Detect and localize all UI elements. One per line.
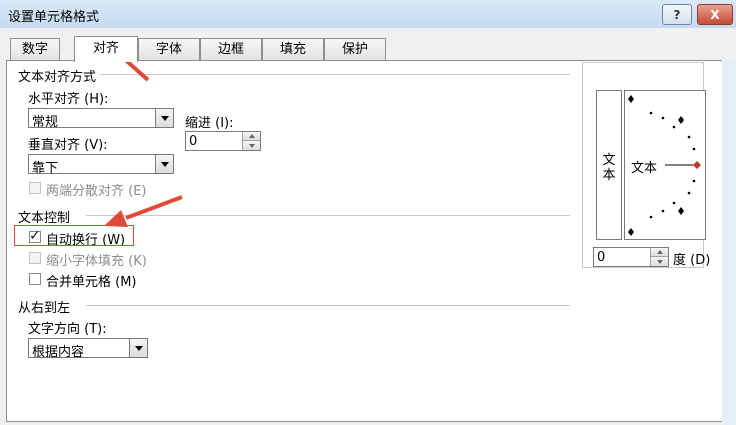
divider [100,74,570,75]
vertical-text-label: 文本 [602,153,616,183]
chevron-down-icon[interactable] [155,155,173,173]
orientation-dial[interactable]: 文本 [624,90,706,240]
rtl-title: 从右到左 [18,301,71,316]
spin-up-icon[interactable] [651,248,668,257]
window-edge [722,60,736,425]
spin-down-icon[interactable] [651,257,668,266]
indent-value[interactable]: 0 [189,134,197,149]
spin-down-icon[interactable] [243,141,260,150]
vertical-align-label: 垂直对齐 (V): [28,138,108,153]
degrees-label: 度 (D) [673,253,711,268]
highlight-box [14,225,134,246]
vertical-align-select[interactable]: 靠下 [28,154,174,176]
chevron-down-icon[interactable] [155,109,173,127]
merge-cells-label: 合并单元格 (M) [46,275,137,290]
horizontal-align-value: 常规 [32,115,59,130]
horizontal-align-label: 水平对齐 (H): [28,92,109,107]
dial-text-label: 文本 [631,161,658,176]
tab-alignment[interactable]: 对齐 [74,36,138,62]
merge-cells-checkbox[interactable] [29,273,41,285]
shrink-to-fit-label: 缩小字体填充 (K) [46,254,147,269]
tab-protection[interactable]: 保护 [324,38,386,60]
help-button[interactable]: ? [662,4,692,25]
divider [86,305,570,306]
shrink-to-fit-checkbox[interactable] [29,252,41,264]
tab-font[interactable]: 字体 [138,38,200,60]
window-title: 设置单元格格式 [8,10,100,25]
justify-distributed-label: 两端分散对齐 (E) [46,184,147,199]
text-direction-label: 文字方向 (T): [28,322,107,337]
indent-label: 缩进 (I): [185,116,234,131]
degrees-value[interactable]: 0 [597,250,605,265]
title-bar: 设置单元格格式 ? X [0,0,736,29]
close-button[interactable]: X [697,4,733,25]
tab-number[interactable]: 数字 [10,38,60,60]
spinner-buttons[interactable] [650,248,668,266]
spin-up-icon[interactable] [243,132,260,141]
text-direction-value: 根据内容 [32,345,85,360]
degrees-spinner[interactable]: 0 [593,247,669,267]
tab-fill[interactable]: 填充 [262,38,324,60]
spinner-buttons[interactable] [242,132,260,150]
divider [86,215,570,216]
indent-spinner[interactable]: 0 [185,131,261,151]
vertical-align-value: 靠下 [32,161,59,176]
horizontal-align-select[interactable]: 常规 [28,108,174,130]
chevron-down-icon[interactable] [129,339,147,357]
vertical-text-button[interactable]: 文本 [596,90,622,240]
tab-border[interactable]: 边框 [200,38,262,60]
justify-distributed-checkbox[interactable] [29,182,41,194]
text-control-title: 文本控制 [18,211,71,226]
text-direction-select[interactable]: 根据内容 [28,338,148,360]
text-alignment-title: 文本对齐方式 [18,70,97,85]
